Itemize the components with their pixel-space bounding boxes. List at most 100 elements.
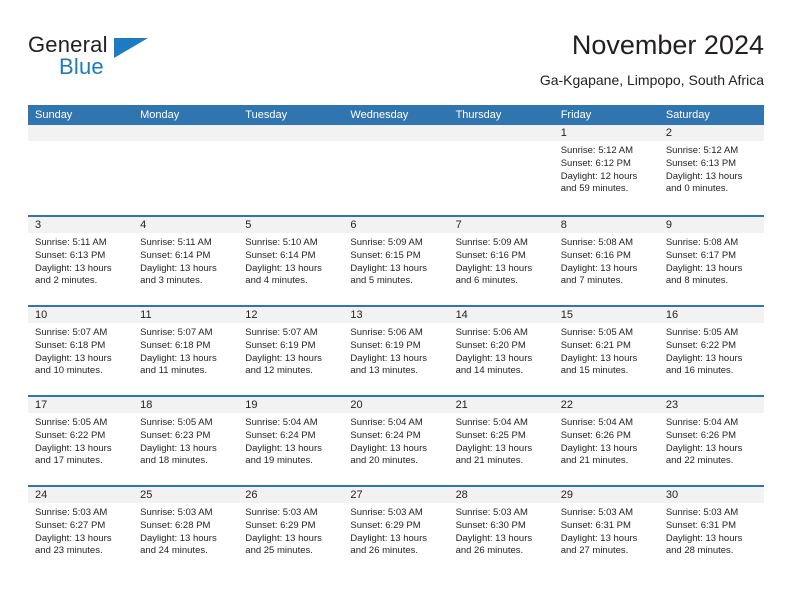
sunrise-text: Sunrise: 5:06 AM: [350, 327, 423, 338]
sunset-text: Sunset: 6:26 PM: [665, 429, 737, 441]
day-details: Sunrise: 5:05 AM Sunset: 6:22 PM Daylight:…: [659, 323, 764, 378]
daylight-text: Daylight: 13 hours and 17 minutes.: [35, 442, 112, 467]
daylight-text: Daylight: 13 hours and 11 minutes.: [140, 352, 217, 377]
day-details: Sunrise: 5:12 AM Sunset: 6:13 PM Daylight:…: [659, 141, 764, 196]
day-cell[interactable]: 6 Sunrise: 5:09 AM Sunset: 6:15 PM Daylight…: [343, 217, 449, 305]
day-number: 9: [658, 217, 764, 233]
sunrise-text: Sunrise: 5:11 AM: [35, 237, 107, 248]
sunrise-text: Sunrise: 5:03 AM: [35, 507, 108, 518]
day-cell[interactable]: 4 Sunrise: 5:11 AM Sunset: 6:14 PM Daylight…: [133, 217, 239, 305]
sunset-text: Sunset: 6:19 PM: [350, 339, 421, 351]
day-cell[interactable]: 8 Sunrise: 5:08 AM Sunset: 6:16 PM Daylight…: [553, 217, 659, 305]
calendar-table: Sunday Monday Tuesday Wednesday Thursday Frid…: [28, 105, 764, 575]
daylight-text: Daylight: 13 hours and 18 minutes.: [140, 442, 217, 467]
day-cell[interactable]: 19 Sunrise: 5:04 AM Sunset: 6:24 PM Dayligh…: [238, 397, 344, 485]
logo-word-blue: Blue: [59, 54, 104, 79]
day-number: 3: [28, 217, 134, 233]
daylight-text: Daylight: 12 hours and 59 minutes.: [560, 170, 638, 195]
sunset-text: Sunset: 6:24 PM: [245, 429, 316, 441]
day-cell[interactable]: 29 Sunrise: 5:03 AM Sunset: 6:31 PM Dayligh…: [553, 487, 659, 575]
day-cell[interactable]: 26 Sunrise: 5:03 AM Sunset: 6:29 PM Dayligh…: [238, 487, 344, 575]
sunrise-text: Sunrise: 5:12 AM: [560, 145, 634, 156]
sunrise-text: Sunrise: 5:04 AM: [350, 417, 423, 428]
day-cell[interactable]: 9 Sunrise: 5:08 AM Sunset: 6:17 PM Daylight…: [658, 217, 764, 305]
daylight-text: Daylight: 13 hours and 15 minutes.: [560, 352, 638, 377]
sunset-text: Sunset: 6:31 PM: [665, 519, 737, 531]
daylight-text: Daylight: 13 hours and 20 minutes.: [350, 442, 427, 467]
daylight-text: Daylight: 13 hours and 26 minutes.: [350, 532, 427, 557]
sunrise-text: Sunrise: 5:08 AM: [665, 237, 739, 248]
day-details: Sunrise: 5:04 AM Sunset: 6:26 PM Daylight:…: [554, 413, 659, 468]
calendar-week-row: 24 Sunrise: 5:03 AM Sunset: 6:27 PM Dayligh…: [28, 485, 764, 575]
day-cell-empty: [133, 125, 239, 215]
sunset-text: Sunset: 6:12 PM: [560, 157, 631, 169]
day-number: 24: [28, 487, 134, 503]
sunset-text: Sunset: 6:24 PM: [350, 429, 421, 441]
daylight-text: Daylight: 13 hours and 13 minutes.: [350, 352, 427, 377]
day-cell[interactable]: 2 Sunrise: 5:12 AM Sunset: 6:13 PM Daylight…: [658, 125, 764, 215]
day-cell[interactable]: 30 Sunrise: 5:03 AM Sunset: 6:31 PM Dayligh…: [658, 487, 764, 575]
daylight-text: Daylight: 13 hours and 16 minutes.: [665, 352, 743, 377]
sunset-text: Sunset: 6:27 PM: [35, 519, 106, 531]
day-details: Sunrise: 5:04 AM Sunset: 6:24 PM Daylight:…: [238, 413, 343, 468]
day-details: Sunrise: 5:07 AM Sunset: 6:18 PM Daylight:…: [28, 323, 133, 378]
day-number: 27: [343, 487, 449, 503]
day-cell-empty: [238, 125, 344, 215]
sunset-text: Sunset: 6:19 PM: [245, 339, 316, 351]
day-cell[interactable]: 5 Sunrise: 5:10 AM Sunset: 6:14 PM Daylight…: [238, 217, 344, 305]
sunset-text: Sunset: 6:22 PM: [665, 339, 737, 351]
day-cell[interactable]: 18 Sunrise: 5:05 AM Sunset: 6:23 PM Dayligh…: [133, 397, 239, 485]
day-number: 30: [658, 487, 764, 503]
day-cell[interactable]: 16 Sunrise: 5:05 AM Sunset: 6:22 PM Dayligh…: [658, 307, 764, 395]
day-number: [238, 125, 344, 141]
sunrise-text: Sunrise: 5:05 AM: [35, 417, 108, 428]
sunrise-text: Sunrise: 5:04 AM: [665, 417, 739, 428]
day-number: 20: [343, 397, 449, 413]
day-cell-empty: [343, 125, 449, 215]
day-cell[interactable]: 20 Sunrise: 5:04 AM Sunset: 6:24 PM Dayligh…: [343, 397, 449, 485]
day-cell[interactable]: 3 Sunrise: 5:11 AM Sunset: 6:13 PM Daylight…: [28, 217, 134, 305]
page-subtitle: Ga-Kgapane, Limpopo, South Africa: [539, 72, 764, 88]
weekday-header-friday: Friday: [560, 109, 592, 121]
sunrise-text: Sunrise: 5:07 AM: [245, 327, 318, 338]
sunset-text: Sunset: 6:21 PM: [560, 339, 631, 351]
weekday-header-monday: Monday: [140, 109, 180, 121]
daylight-text: Daylight: 13 hours and 14 minutes.: [455, 352, 533, 377]
brand-logo: General Blue: [28, 32, 228, 92]
day-cell[interactable]: 23 Sunrise: 5:04 AM Sunset: 6:26 PM Dayligh…: [658, 397, 764, 485]
day-number: 10: [28, 307, 134, 323]
day-cell[interactable]: 28 Sunrise: 5:03 AM Sunset: 6:30 PM Dayligh…: [448, 487, 554, 575]
daylight-text: Daylight: 13 hours and 0 minutes.: [665, 170, 743, 195]
sunrise-text: Sunrise: 5:03 AM: [140, 507, 213, 518]
sunset-text: Sunset: 6:18 PM: [35, 339, 106, 351]
weekday-header-sunday: Sunday: [35, 109, 73, 121]
day-cell[interactable]: 11 Sunrise: 5:07 AM Sunset: 6:18 PM Dayligh…: [133, 307, 239, 395]
day-cell[interactable]: 17 Sunrise: 5:05 AM Sunset: 6:22 PM Dayligh…: [28, 397, 134, 485]
day-cell[interactable]: 22 Sunrise: 5:04 AM Sunset: 6:26 PM Dayligh…: [553, 397, 659, 485]
weekday-header-thursday: Thursday: [455, 109, 502, 121]
day-cell[interactable]: 7 Sunrise: 5:09 AM Sunset: 6:16 PM Daylight…: [448, 217, 554, 305]
day-cell[interactable]: 24 Sunrise: 5:03 AM Sunset: 6:27 PM Dayligh…: [28, 487, 134, 575]
daylight-text: Daylight: 13 hours and 25 minutes.: [245, 532, 322, 557]
sunset-text: Sunset: 6:23 PM: [140, 429, 211, 441]
page-title: November 2024: [571, 30, 764, 60]
daylight-text: Daylight: 13 hours and 24 minutes.: [140, 532, 217, 557]
day-cell[interactable]: 13 Sunrise: 5:06 AM Sunset: 6:19 PM Dayligh…: [343, 307, 449, 395]
day-details: Sunrise: 5:03 AM Sunset: 6:30 PM Daylight:…: [449, 503, 554, 558]
day-cell[interactable]: 25 Sunrise: 5:03 AM Sunset: 6:28 PM Dayligh…: [133, 487, 239, 575]
calendar-week-row: 17 Sunrise: 5:05 AM Sunset: 6:22 PM Dayligh…: [28, 395, 764, 485]
day-cell[interactable]: 14 Sunrise: 5:06 AM Sunset: 6:20 PM Dayligh…: [448, 307, 554, 395]
sunset-text: Sunset: 6:18 PM: [140, 339, 211, 351]
day-cell[interactable]: 21 Sunrise: 5:04 AM Sunset: 6:25 PM Dayligh…: [448, 397, 554, 485]
sunset-text: Sunset: 6:17 PM: [665, 249, 737, 261]
calendar-week-row: 10 Sunrise: 5:07 AM Sunset: 6:18 PM Dayligh…: [28, 305, 764, 395]
day-cell[interactable]: 10 Sunrise: 5:07 AM Sunset: 6:18 PM Dayligh…: [28, 307, 134, 395]
day-details: Sunrise: 5:11 AM Sunset: 6:13 PM Daylight:…: [28, 233, 133, 288]
day-cell[interactable]: 27 Sunrise: 5:03 AM Sunset: 6:29 PM Dayligh…: [343, 487, 449, 575]
sunrise-text: Sunrise: 5:12 AM: [665, 145, 739, 156]
day-cell[interactable]: 12 Sunrise: 5:07 AM Sunset: 6:19 PM Dayligh…: [238, 307, 344, 395]
day-cell[interactable]: 1 Sunrise: 5:12 AM Sunset: 6:12 PM Daylight…: [553, 125, 659, 215]
daylight-text: Daylight: 13 hours and 2 minutes.: [35, 262, 112, 287]
sunset-text: Sunset: 6:14 PM: [245, 249, 316, 261]
day-cell[interactable]: 15 Sunrise: 5:05 AM Sunset: 6:21 PM Dayligh…: [553, 307, 659, 395]
